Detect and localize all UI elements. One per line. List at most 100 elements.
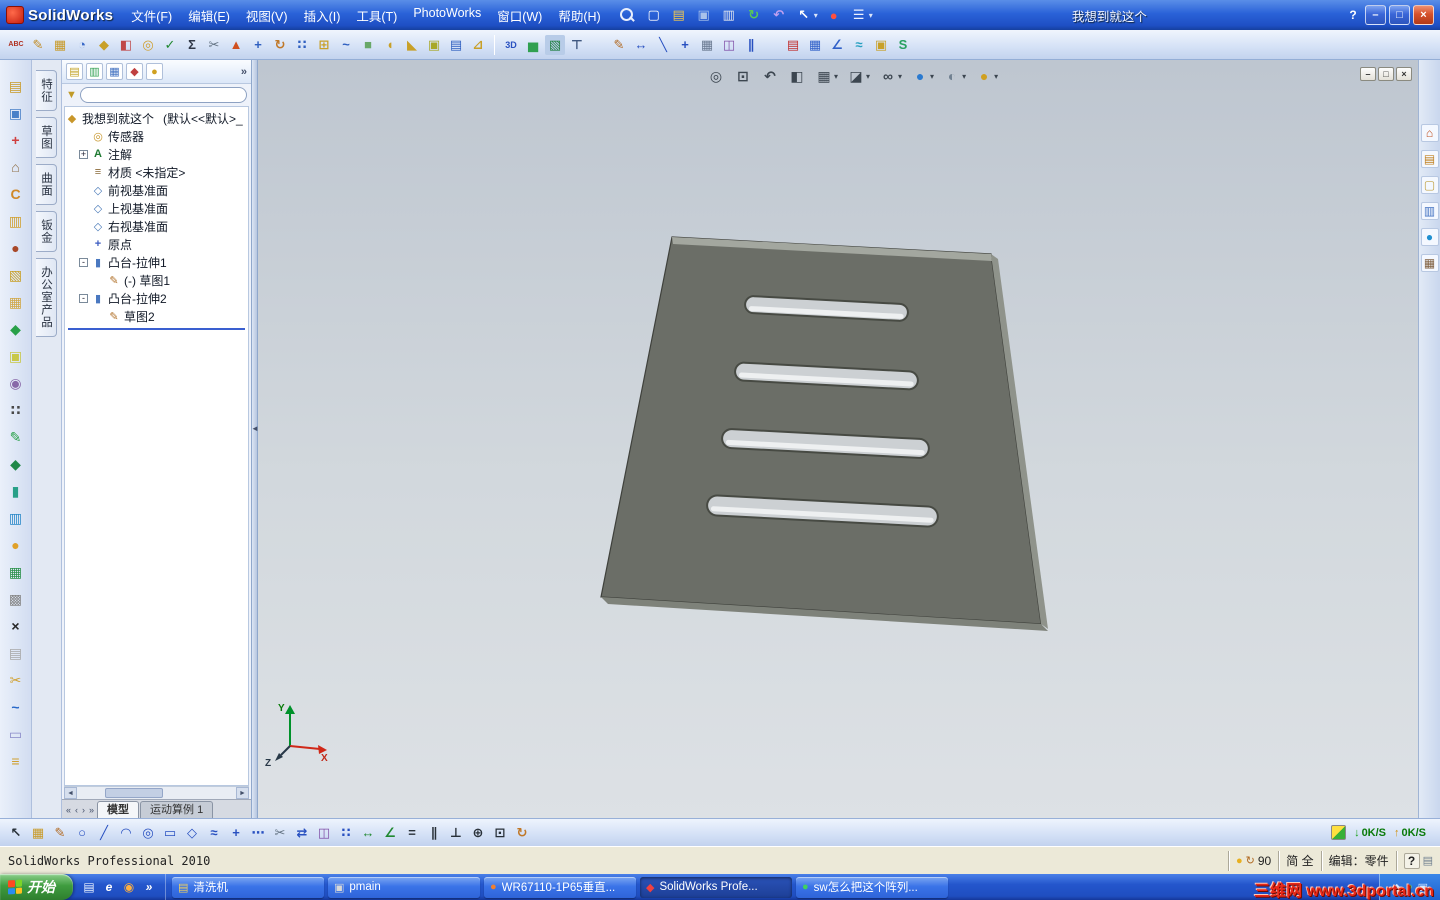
- green-diamond-icon[interactable]: ◆: [6, 454, 26, 474]
- delete-x-icon[interactable]: ×: [6, 616, 26, 636]
- crate-icon[interactable]: ▦: [6, 292, 26, 312]
- select-icon[interactable]: ↖: [6, 823, 26, 843]
- tree-item[interactable]: ◇ 上视基准面: [65, 199, 248, 217]
- rib-icon[interactable]: ▤: [446, 35, 466, 55]
- format-painter-icon[interactable]: ✎: [28, 35, 48, 55]
- open-folder-icon[interactable]: ▤: [668, 4, 690, 26]
- chart-icon[interactable]: ▅: [523, 35, 543, 55]
- equal-icon[interactable]: =: [402, 823, 422, 843]
- filter-icon[interactable]: ▼: [66, 89, 77, 101]
- curve-icon[interactable]: ~: [336, 35, 356, 55]
- menu-item[interactable]: 工具(T): [348, 2, 405, 29]
- file-explorer-icon[interactable]: ▢: [1420, 176, 1439, 194]
- database-icon[interactable]: ▥: [6, 508, 26, 528]
- circle-icon[interactable]: ○: [72, 823, 92, 843]
- netmeter-icon[interactable]: [1331, 825, 1347, 840]
- dimxpertmanager-tab-icon[interactable]: ◆: [126, 63, 143, 80]
- minimize-button[interactable]: –: [1364, 5, 1386, 25]
- graphics-viewport[interactable]: Y X Z ◎ ⊡ ↶ ◧ ▦ ▾ ◪ ▾ ∞ ▾ ● ▾ ◐ ▾ ● ▾ – …: [258, 60, 1418, 818]
- 3d-sketch-icon[interactable]: 3D: [501, 35, 521, 55]
- show-desktop-icon[interactable]: ▤: [81, 879, 97, 895]
- display-style-icon[interactable]: ◪ ▾: [845, 65, 872, 87]
- media-player-icon[interactable]: ◉: [121, 879, 137, 895]
- scrollbar-thumb[interactable]: [105, 788, 163, 798]
- tree-item[interactable]: ≡ 材质 <未指定>: [65, 163, 248, 181]
- rebuild-icon[interactable]: ↻: [743, 4, 765, 26]
- mass-properties-icon[interactable]: ◆: [94, 35, 114, 55]
- new-document-icon[interactable]: ▢: [643, 4, 665, 26]
- arc-icon[interactable]: ◠: [116, 823, 136, 843]
- fix-icon[interactable]: ⊡: [490, 823, 510, 843]
- tray-icon-network[interactable]: ▣: [1418, 881, 1428, 894]
- tab-nav-icon[interactable]: »: [87, 802, 96, 818]
- arc-tool-icon[interactable]: C: [6, 184, 26, 204]
- panel-icon[interactable]: ▭: [6, 724, 26, 744]
- more-tabs-icon[interactable]: »: [241, 66, 247, 78]
- design-library-icon[interactable]: ▤: [1420, 150, 1439, 168]
- task-qingxiji[interactable]: ▤ 清洗机: [172, 876, 324, 898]
- sketch-pencil-icon[interactable]: ✎: [50, 823, 70, 843]
- new-part-icon[interactable]: ▤: [6, 76, 26, 96]
- rotate-sketch-icon[interactable]: ↻: [512, 823, 532, 843]
- exploded-view-icon[interactable]: ▤: [783, 35, 803, 55]
- section-view-icon[interactable]: ◧: [786, 65, 808, 87]
- zoom-fit-icon[interactable]: ◎: [705, 65, 727, 87]
- ellipse-icon[interactable]: ◎: [138, 823, 158, 843]
- graphics-canvas[interactable]: Y X Z: [258, 60, 1418, 818]
- coincident-icon[interactable]: ⊕: [468, 823, 488, 843]
- tab-nav-icon[interactable]: ‹: [73, 802, 80, 818]
- command-tab[interactable]: 草图: [36, 117, 57, 158]
- internet-explorer-icon[interactable]: e: [101, 879, 117, 895]
- tree-item[interactable]: - ▮ 凸台-拉伸1: [65, 253, 248, 271]
- sphere-icon[interactable]: ◉: [6, 373, 26, 393]
- edit-appearance-icon[interactable]: ● ▾: [909, 65, 936, 87]
- shell-icon[interactable]: ▣: [424, 35, 444, 55]
- belt-chain-icon[interactable]: S: [893, 35, 913, 55]
- tab-nav-icon[interactable]: «: [64, 802, 73, 818]
- tree-item[interactable]: ◎ 传感器: [65, 127, 248, 145]
- check-entity-icon[interactable]: ✓: [160, 35, 180, 55]
- instant3d-icon[interactable]: ■: [358, 35, 378, 55]
- displaymanager-tab-icon[interactable]: ●: [146, 63, 163, 80]
- scrollbar-track[interactable]: [77, 787, 236, 799]
- scroll-left-icon[interactable]: ◄: [64, 787, 77, 799]
- previous-view-icon[interactable]: ↶: [759, 65, 781, 87]
- leaf-icon[interactable]: ◆: [6, 319, 26, 339]
- view-palette-icon[interactable]: ▥: [1420, 202, 1439, 220]
- menu-item[interactable]: 文件(F): [123, 2, 180, 29]
- smart-dimension-icon[interactable]: ↔: [631, 35, 651, 55]
- drawing-sheet-icon[interactable]: ▦: [805, 35, 825, 55]
- curve2-icon[interactable]: ~: [6, 697, 26, 717]
- doc-close-button[interactable]: ×: [1396, 67, 1412, 81]
- tab-nav-icon[interactable]: ›: [80, 802, 87, 818]
- expand-chevron-icon[interactable]: »: [141, 879, 157, 895]
- view-settings-icon[interactable]: ● ▾: [973, 65, 1000, 87]
- mirror-entities-icon[interactable]: ◫: [719, 35, 739, 55]
- angle-icon[interactable]: ∠: [380, 823, 400, 843]
- tree-item[interactable]: ✎ (-) 草图1: [65, 271, 248, 289]
- zoom-area-icon[interactable]: ⊡: [732, 65, 754, 87]
- spline-tool-icon[interactable]: ≈: [204, 823, 224, 843]
- start-button[interactable]: 开始: [0, 874, 73, 900]
- command-tab[interactable]: 办公室产品: [36, 258, 57, 337]
- document-tab[interactable]: 模型: [97, 801, 140, 818]
- task-sw-question[interactable]: ● sw怎么把这个阵列...: [796, 876, 948, 898]
- configurationmanager-tab-icon[interactable]: ▦: [106, 63, 123, 80]
- expander-icon[interactable]: +: [79, 149, 88, 159]
- draft-icon[interactable]: ⊿: [468, 35, 488, 55]
- rotate-icon[interactable]: ↻: [270, 35, 290, 55]
- trim-tool-icon[interactable]: ✂: [6, 670, 26, 690]
- group-dots-icon[interactable]: ∷: [6, 400, 26, 420]
- featuremanager-tab-icon[interactable]: ▤: [66, 63, 83, 80]
- grid-plate-icon[interactable]: ▩: [6, 589, 26, 609]
- perpendicular-icon[interactable]: ⊥: [446, 823, 466, 843]
- dimension-icon[interactable]: ↔: [358, 823, 378, 843]
- comb-icon[interactable]: ≡: [6, 751, 26, 771]
- teapot-icon[interactable]: ⌂: [6, 157, 26, 177]
- print-icon[interactable]: ▥: [718, 4, 740, 26]
- cut-icon[interactable]: ✂: [204, 35, 224, 55]
- linear-pattern-icon[interactable]: ∷: [336, 823, 356, 843]
- tray-icon-antivirus[interactable]: ●: [1406, 881, 1413, 893]
- centerline-icon[interactable]: ⋯: [248, 823, 268, 843]
- sensor-icon[interactable]: ◎: [138, 35, 158, 55]
